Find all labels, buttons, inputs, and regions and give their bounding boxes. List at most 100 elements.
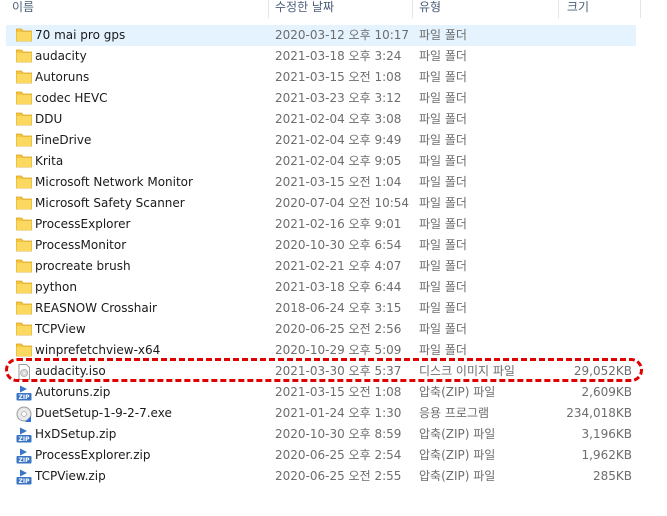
file-date: 2020-06-25 오전 2:55	[275, 469, 402, 483]
zip-icon: ZIP	[16, 469, 32, 485]
folder-icon	[15, 112, 33, 126]
file-type: 압축(ZIP) 파일	[419, 385, 496, 399]
folder-icon	[15, 28, 33, 42]
column-header-name[interactable]: 이름	[12, 0, 34, 18]
file-type: 파일 폴더	[419, 238, 467, 252]
file-name: ProcessExplorer	[35, 217, 131, 231]
file-row[interactable]: Krita 2021-02-04 오후 9:05 파일 폴더	[6, 151, 636, 172]
file-row[interactable]: REASNOW Crosshair 2018-06-24 오후 3:15 파일 폴더	[6, 298, 636, 319]
folder-icon	[15, 217, 33, 231]
file-date: 2021-02-16 오후 9:01	[275, 217, 402, 231]
file-name: TCPView	[35, 322, 86, 336]
file-name: Microsoft Network Monitor	[35, 175, 193, 189]
file-name: TCPView.zip	[35, 469, 106, 483]
file-row[interactable]: FineDrive 2021-02-04 오후 9:49 파일 폴더	[6, 130, 636, 151]
folder-icon	[15, 49, 33, 63]
file-date: 2021-02-04 오후 9:49	[275, 133, 402, 147]
file-type: 파일 폴더	[419, 28, 467, 42]
file-type: 파일 폴더	[419, 280, 467, 294]
file-type: 파일 폴더	[419, 259, 467, 273]
folder-icon	[15, 196, 33, 210]
file-date: 2021-03-23 오후 3:12	[275, 91, 402, 105]
file-date: 2021-02-21 오후 4:07	[275, 259, 402, 273]
file-row[interactable]: codec HEVC 2021-03-23 오후 3:12 파일 폴더	[6, 88, 636, 109]
file-name: REASNOW Crosshair	[35, 301, 157, 315]
file-row[interactable]: DuetSetup-1-9-2-7.exe 2021-01-24 오후 1:30 응…	[6, 403, 636, 424]
column-divider[interactable]	[412, 0, 413, 18]
file-type: 파일 폴더	[419, 133, 467, 147]
file-type: 파일 폴더	[419, 49, 467, 63]
file-type: 압축(ZIP) 파일	[419, 469, 496, 483]
file-row[interactable]: audacity 2021-03-18 오후 3:24 파일 폴더	[6, 46, 636, 67]
column-divider[interactable]	[558, 0, 559, 18]
file-name: 70 mai pro gps	[35, 28, 126, 42]
file-row[interactable]: ProcessExplorer 2021-02-16 오후 9:01 파일 폴더	[6, 214, 636, 235]
folder-icon	[15, 133, 33, 147]
file-row[interactable]: python 2021-03-18 오후 6:44 파일 폴더	[6, 277, 636, 298]
file-date: 2018-06-24 오후 3:15	[275, 301, 402, 315]
file-name: ProcessMonitor	[35, 238, 127, 252]
file-row[interactable]: ZIP TCPView.zip 2020-06-25 오전 2:55 압축(ZIP) …	[6, 466, 636, 487]
file-size: 2,609KB	[581, 385, 632, 399]
folder-icon	[15, 301, 33, 315]
file-date: 2021-03-15 오전 1:04	[275, 175, 402, 189]
file-date: 2020-10-30 오후 6:54	[275, 238, 402, 252]
file-row[interactable]: procreate brush 2021-02-21 오후 4:07 파일 폴더	[6, 256, 636, 277]
file-type: 파일 폴더	[419, 154, 467, 168]
file-type: 파일 폴더	[419, 112, 467, 126]
file-size: 1,962KB	[581, 448, 632, 462]
file-name: Microsoft Safety Scanner	[35, 196, 185, 210]
file-date: 2020-06-25 오후 2:54	[275, 448, 402, 462]
file-date: 2021-03-15 오전 1:08	[275, 385, 402, 399]
file-row[interactable]: TCPView 2020-06-25 오전 2:56 파일 폴더	[6, 319, 636, 340]
column-divider[interactable]	[640, 0, 641, 18]
folder-icon	[15, 343, 33, 357]
file-type: 파일 폴더	[419, 70, 467, 84]
file-type: 파일 폴더	[419, 196, 467, 210]
folder-icon	[15, 91, 33, 105]
column-header-type[interactable]: 유형	[419, 0, 441, 18]
file-row[interactable]: Microsoft Network Monitor 2021-03-15 오전 1…	[6, 172, 636, 193]
file-row[interactable]: Microsoft Safety Scanner 2020-07-04 오전 10…	[6, 193, 636, 214]
file-type: 압축(ZIP) 파일	[419, 448, 496, 462]
file-row[interactable]: 70 mai pro gps 2020-03-12 오후 10:17 파일 폴더	[6, 25, 636, 46]
column-header-date[interactable]: 수정한 날짜	[275, 0, 334, 18]
file-size: 3,196KB	[581, 427, 632, 441]
file-name: audacity	[35, 49, 87, 63]
setup-exe-icon	[16, 406, 32, 422]
file-name: DDU	[35, 112, 63, 126]
file-row[interactable]: ZIP ProcessExplorer.zip 2020-06-25 오후 2:54…	[6, 445, 636, 466]
file-date: 2021-03-18 오후 3:24	[275, 49, 402, 63]
file-name: python	[35, 280, 77, 294]
file-name: codec HEVC	[35, 91, 108, 105]
file-date: 2021-02-04 오후 9:05	[275, 154, 402, 168]
file-name: procreate brush	[35, 259, 131, 273]
folder-icon	[15, 70, 33, 84]
file-row[interactable]: Autoruns 2021-03-15 오전 1:08 파일 폴더	[6, 67, 636, 88]
file-type: 압축(ZIP) 파일	[419, 427, 496, 441]
column-header-bar: 이름 수정한 날짜 유형 크기	[0, 0, 667, 18]
svg-text:ZIP: ZIP	[19, 478, 31, 485]
zip-icon: ZIP	[16, 427, 32, 443]
file-type: 파일 폴더	[419, 322, 467, 336]
column-header-size[interactable]: 크기	[567, 0, 589, 18]
folder-icon	[15, 259, 33, 273]
file-type: 응용 프로그램	[419, 406, 490, 420]
folder-icon	[15, 280, 33, 294]
file-size: 285KB	[592, 469, 632, 483]
file-row[interactable]: ProcessMonitor 2020-10-30 오후 6:54 파일 폴더	[6, 235, 636, 256]
file-size: 234,018KB	[566, 406, 632, 420]
svg-text:ZIP: ZIP	[19, 457, 31, 464]
file-type: 파일 폴더	[419, 301, 467, 315]
file-row[interactable]: ZIP HxDSetup.zip 2020-10-30 오후 8:59 압축(ZIP)…	[6, 424, 636, 445]
column-divider[interactable]	[268, 0, 269, 18]
file-date: 2021-02-04 오후 3:08	[275, 112, 402, 126]
file-name: HxDSetup.zip	[35, 427, 117, 441]
svg-text:ZIP: ZIP	[19, 394, 31, 401]
file-row[interactable]: DDU 2021-02-04 오후 3:08 파일 폴더	[6, 109, 636, 130]
file-name: Krita	[35, 154, 64, 168]
file-name: DuetSetup-1-9-2-7.exe	[35, 406, 172, 420]
svg-text:ZIP: ZIP	[19, 436, 31, 443]
file-name: Autoruns.zip	[35, 385, 111, 399]
file-row[interactable]: ZIP Autoruns.zip 2021-03-15 오전 1:08 압축(ZIP)…	[6, 382, 636, 403]
